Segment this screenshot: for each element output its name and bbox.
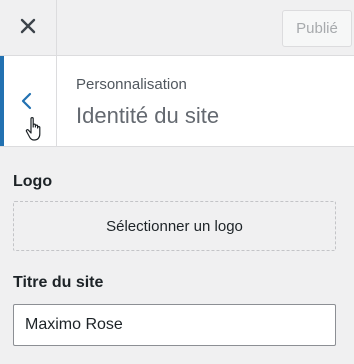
breadcrumb: Personnalisation — [76, 76, 187, 93]
section-title: Identité du site — [76, 103, 220, 128]
close-button[interactable] — [0, 0, 57, 56]
close-icon — [20, 18, 36, 39]
site-title-label: Titre du site — [13, 274, 104, 291]
customizer-header: Publié — [0, 0, 354, 56]
logo-label: Logo — [13, 173, 53, 190]
customizer-panel: Publié Personnalisation Identité du site… — [0, 0, 354, 364]
back-button[interactable] — [0, 56, 57, 146]
site-title-input[interactable] — [13, 304, 336, 346]
select-logo-label: Sélectionner un logo — [106, 217, 243, 235]
select-logo-button[interactable]: Sélectionner un logo — [13, 201, 336, 251]
hand-cursor-icon — [25, 117, 41, 141]
section-header: Personnalisation Identité du site — [0, 56, 354, 147]
publish-button[interactable]: Publié — [282, 10, 352, 47]
chevron-left-icon — [21, 92, 32, 110]
